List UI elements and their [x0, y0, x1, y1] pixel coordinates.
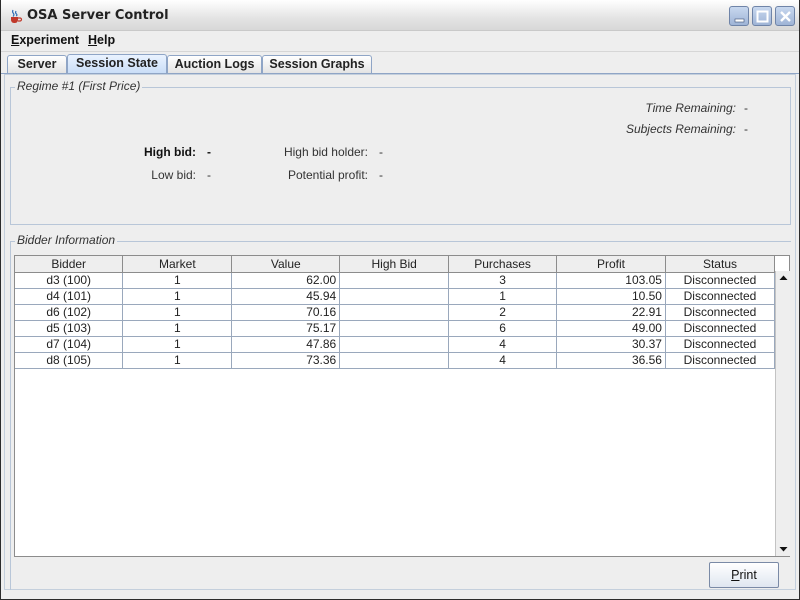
cell-purchases[interactable]: 4 — [448, 336, 558, 353]
print-button[interactable]: Print — [709, 562, 779, 588]
tab-auction-logs[interactable]: Auction Logs — [167, 55, 262, 74]
cell-status[interactable]: Disconnected — [665, 304, 776, 321]
cell-bidder[interactable]: d5 (103) — [15, 320, 124, 337]
bidder-information-group: Bidder Information Bidder Market Value H… — [10, 233, 791, 590]
potential-profit-value: - — [379, 168, 383, 182]
cell-purchases[interactable]: 4 — [448, 352, 558, 369]
cell-profit[interactable]: 103.05 — [556, 272, 666, 289]
cell-profit[interactable]: 36.56 — [556, 352, 666, 369]
cell-bidder[interactable]: d3 (100) — [15, 272, 124, 289]
cell-value[interactable]: 45.94 — [231, 288, 341, 305]
low-bid-label: Low bid: — [151, 168, 196, 182]
menu-bar: Experiment Help — [1, 31, 799, 52]
close-icon — [780, 11, 791, 22]
cell-high-bid[interactable] — [339, 336, 450, 353]
column-header-bidder[interactable]: Bidder — [15, 256, 124, 273]
table-row[interactable]: d5 (103) 1 75.17 6 49.00 Disconnected — [15, 320, 776, 337]
cell-market[interactable]: 1 — [122, 320, 233, 337]
cell-purchases[interactable]: 3 — [448, 272, 558, 289]
high-bid-holder-label: High bid holder: — [283, 145, 368, 159]
cell-high-bid[interactable] — [339, 352, 450, 369]
cell-high-bid[interactable] — [339, 304, 450, 321]
cell-value[interactable]: 62.00 — [231, 272, 341, 289]
cell-value[interactable]: 75.17 — [231, 320, 341, 337]
cell-high-bid[interactable] — [339, 288, 450, 305]
potential-profit-label: Potential profit: — [287, 168, 368, 182]
column-header-purchases[interactable]: Purchases — [448, 256, 558, 273]
cell-status[interactable]: Disconnected — [665, 288, 776, 305]
table-row[interactable]: d4 (101) 1 45.94 1 10.50 Disconnected — [15, 288, 776, 305]
minimize-icon — [734, 18, 745, 23]
cell-status[interactable]: Disconnected — [665, 272, 776, 289]
time-remaining-label: Time Remaining: — [645, 101, 736, 115]
session-state-panel: Regime #1 (First Price) Time Remaining: … — [4, 74, 796, 590]
cell-bidder[interactable]: d7 (104) — [15, 336, 124, 353]
cell-high-bid[interactable] — [339, 320, 450, 337]
time-remaining-value: - — [744, 101, 748, 115]
table-row[interactable]: d8 (105) 1 73.36 4 36.56 Disconnected — [15, 352, 776, 369]
cell-purchases[interactable]: 6 — [448, 320, 558, 337]
column-header-profit[interactable]: Profit — [556, 256, 666, 273]
tab-session-graphs[interactable]: Session Graphs — [262, 55, 372, 74]
menu-help[interactable]: Help — [86, 33, 117, 50]
regime-title: Regime #1 (First Price) — [15, 79, 143, 93]
bidder-table-container: Bidder Market Value High Bid Purchases P… — [14, 255, 790, 557]
column-header-market[interactable]: Market — [122, 256, 233, 273]
cell-profit[interactable]: 22.91 — [556, 304, 666, 321]
cell-bidder[interactable]: d4 (101) — [15, 288, 124, 305]
table-row[interactable]: d3 (100) 1 62.00 3 103.05 Disconnected — [15, 272, 776, 289]
window-title: OSA Server Control — [27, 8, 169, 23]
cell-purchases[interactable]: 2 — [448, 304, 558, 321]
regime-group: Regime #1 (First Price) Time Remaining: … — [10, 79, 791, 225]
cell-status[interactable]: Disconnected — [665, 352, 776, 369]
cell-purchases[interactable]: 1 — [448, 288, 558, 305]
table-header-row: Bidder Market Value High Bid Purchases P… — [15, 256, 776, 273]
cell-profit[interactable]: 10.50 — [556, 288, 666, 305]
table-vertical-scrollbar[interactable] — [775, 271, 790, 556]
cell-bidder[interactable]: d6 (102) — [15, 304, 124, 321]
tab-server[interactable]: Server — [7, 55, 67, 74]
high-bid-holder-value: - — [379, 145, 383, 159]
cell-market[interactable]: 1 — [122, 336, 233, 353]
subjects-remaining-label: Subjects Remaining: — [625, 122, 736, 136]
low-bid-value: - — [207, 168, 211, 182]
cell-market[interactable]: 1 — [122, 288, 233, 305]
cell-value[interactable]: 70.16 — [231, 304, 341, 321]
cell-profit[interactable]: 49.00 — [556, 320, 666, 337]
cell-status[interactable]: Disconnected — [665, 336, 776, 353]
cell-profit[interactable]: 30.37 — [556, 336, 666, 353]
cell-status[interactable]: Disconnected — [665, 320, 776, 337]
cell-market[interactable]: 1 — [122, 304, 233, 321]
column-header-high-bid[interactable]: High Bid — [339, 256, 450, 273]
title-bar[interactable]: OSA Server Control — [1, 0, 799, 31]
cell-market[interactable]: 1 — [122, 352, 233, 369]
close-button[interactable] — [775, 6, 795, 26]
cell-value[interactable]: 73.36 — [231, 352, 341, 369]
column-header-status[interactable]: Status — [665, 256, 776, 273]
column-header-value[interactable]: Value — [231, 256, 341, 273]
cell-high-bid[interactable] — [339, 272, 450, 289]
cell-market[interactable]: 1 — [122, 272, 233, 289]
java-cup-icon — [7, 8, 23, 24]
app-window: OSA Server Control Experiment Help Serve… — [0, 0, 800, 600]
tab-bar: Server Session State Auction Logs Sessio… — [1, 52, 799, 75]
table-row[interactable]: d6 (102) 1 70.16 2 22.91 Disconnected — [15, 304, 776, 321]
table-row[interactable]: d7 (104) 1 47.86 4 30.37 Disconnected — [15, 336, 776, 353]
maximize-button[interactable] — [752, 6, 772, 26]
tab-session-state[interactable]: Session State — [67, 54, 167, 75]
cell-bidder[interactable]: d8 (105) — [15, 352, 124, 369]
minimize-button[interactable] — [729, 6, 749, 26]
scroll-down-arrow-icon[interactable] — [776, 542, 791, 556]
scroll-up-arrow-icon[interactable] — [776, 271, 791, 285]
high-bid-value: - — [207, 145, 211, 159]
menu-experiment[interactable]: Experiment — [9, 33, 81, 50]
bidder-table: Bidder Market Value High Bid Purchases P… — [15, 256, 776, 369]
subjects-remaining-value: - — [744, 122, 748, 136]
cell-value[interactable]: 47.86 — [231, 336, 341, 353]
maximize-icon — [756, 10, 769, 23]
high-bid-label: High bid: — [144, 145, 196, 159]
bidder-information-title: Bidder Information — [15, 233, 118, 247]
